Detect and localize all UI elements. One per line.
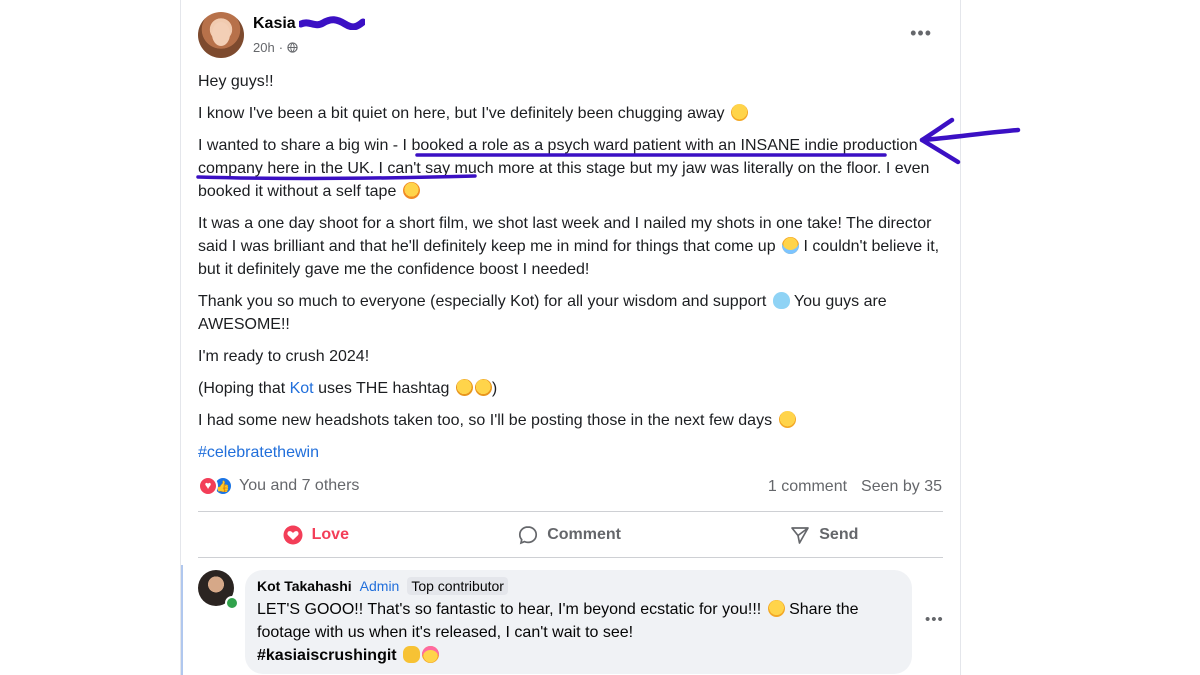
screenshot-stage: Kasia 20h · ••• Hey guys!! I know I've b…: [0, 0, 1200, 675]
love-reaction-icon: ♥: [198, 476, 218, 496]
annotation-arrow: [919, 117, 1021, 165]
